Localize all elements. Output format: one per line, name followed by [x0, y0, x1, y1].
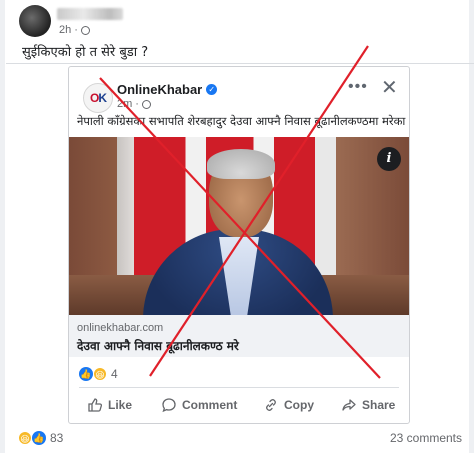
avatar[interactable]	[19, 5, 51, 37]
comment-icon	[162, 398, 176, 413]
link-icon	[266, 399, 276, 411]
thumbs-up-icon	[88, 398, 103, 412]
shared-post-timestamp[interactable]: 2m	[117, 98, 132, 110]
globe-icon	[80, 25, 90, 35]
comments-count[interactable]: 23 comments	[390, 431, 462, 445]
post-timestamp[interactable]: 2h	[59, 24, 71, 36]
link-title: देउवा आफ्नै निवास बूढानीलकण्ठ मरे	[77, 339, 239, 353]
shared-post-meta: 2m ·	[117, 98, 151, 110]
page-avatar[interactable]: OK	[83, 83, 113, 113]
divider	[79, 387, 399, 388]
shared-post-caption: नेपाली काँग्रेसका सभापति शेरबहादुर देउवा…	[77, 114, 407, 128]
more-options-icon[interactable]: •••	[348, 78, 368, 96]
outer-reaction-count: 83	[50, 431, 64, 445]
post-meta: 2h ·	[59, 24, 90, 36]
close-icon[interactable]: ✕	[381, 75, 398, 100]
redacted-author-name	[57, 8, 123, 20]
post-caption: सुईकिएको हो त सेरे बुडा ?	[22, 45, 149, 60]
shared-post-card: OK OnlineKhabar ✓ 2m · ••• ✕ नेपाली काँग…	[68, 66, 410, 424]
like-button[interactable]: Like	[87, 397, 132, 413]
outer-reaction-summary[interactable]: 😆 👍 83	[18, 431, 63, 445]
link-preview[interactable]: onlinekhabar.com देउवा आफ्नै निवास बूढान…	[69, 315, 409, 357]
share-icon	[342, 399, 356, 411]
comment-button[interactable]: Comment	[161, 397, 237, 413]
reaction-summary[interactable]: 👍 😆 4	[79, 367, 118, 381]
page-name[interactable]: OnlineKhabar ✓	[117, 82, 218, 97]
share-button[interactable]: Share	[341, 397, 395, 413]
verified-badge-icon: ✓	[206, 84, 218, 95]
haha-reaction-icon: 😆	[93, 367, 107, 381]
info-icon[interactable]: i	[377, 147, 401, 171]
copy-link-button[interactable]: Copy	[263, 397, 314, 413]
like-reaction-icon: 👍	[79, 367, 93, 381]
globe-icon	[141, 99, 151, 109]
divider	[6, 63, 474, 64]
link-domain: onlinekhabar.com	[77, 322, 164, 334]
haha-reaction-icon: 😆	[18, 431, 32, 445]
like-reaction-icon: 👍	[32, 431, 46, 445]
news-photo[interactable]: i	[69, 137, 409, 315]
reaction-count: 4	[111, 367, 118, 381]
